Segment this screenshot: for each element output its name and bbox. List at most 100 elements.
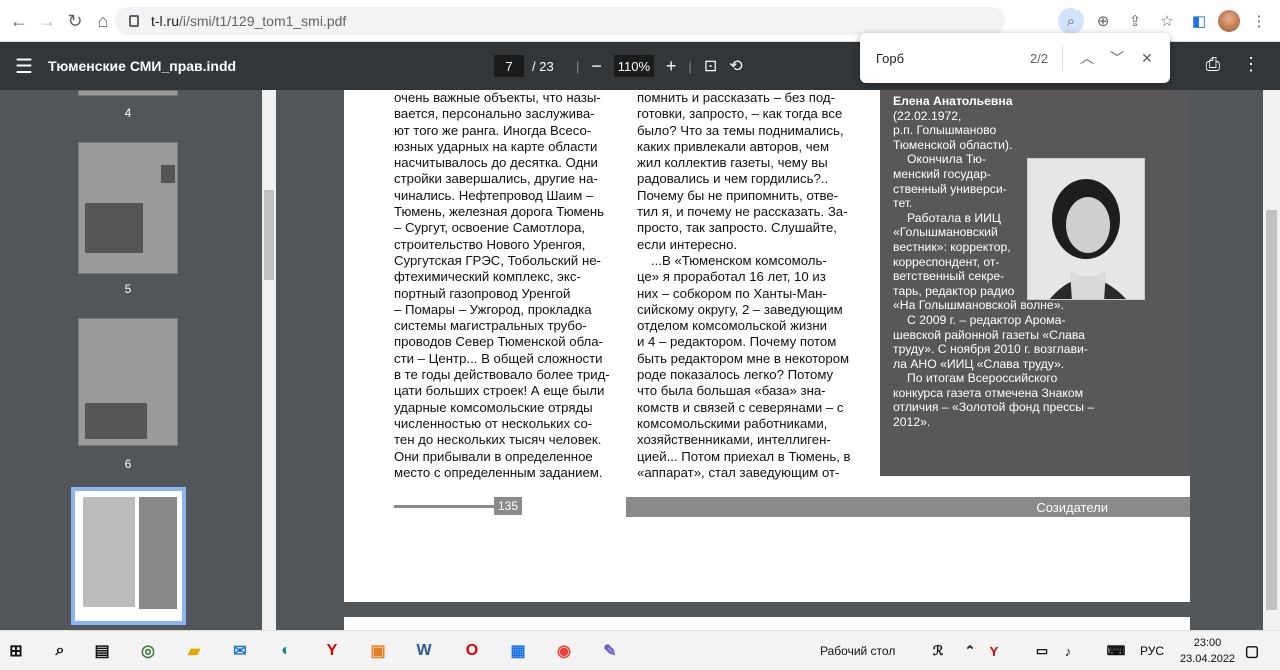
word-icon[interactable]: W — [412, 639, 436, 663]
text-line: стройки завершались, другие на- — [394, 171, 598, 187]
text-line: Работала в ИИЦ — [907, 210, 1001, 225]
keyboard-icon[interactable]: ⌨ — [1104, 639, 1128, 663]
thumbnail-label: 5 — [124, 282, 132, 296]
text-line: радовались и чем гордились?.. — [637, 171, 829, 187]
zoom-in-icon[interactable]: + — [666, 56, 677, 77]
find-input[interactable]: Горб — [876, 51, 904, 66]
text-line: «аппарат», стал заведующим от- — [637, 464, 840, 480]
menu-icon[interactable]: ☰ — [0, 54, 48, 79]
find-in-page-icon[interactable]: ⌕ — [1058, 8, 1084, 34]
text-line: конкурса газета отмечена Знаком — [893, 385, 1084, 400]
text-line: цией... Потом приехал в Тюмень, в — [637, 448, 851, 464]
page-thumbnail[interactable] — [78, 90, 178, 96]
print-icon[interactable]: ⎙ — [1206, 54, 1220, 75]
text-line: вестник»: корректор, — [893, 239, 1011, 254]
thumbnail-photo — [139, 497, 177, 609]
text-line: ют того же ранга. Иногда Всесо- — [394, 122, 592, 138]
text-line: строительство Нового Уренгоя, — [394, 236, 586, 252]
text-line: чинались. Нефтепровод Шаим – — [394, 187, 594, 203]
mail-icon[interactable]: ✉ — [228, 639, 252, 663]
thumbnail-photo — [161, 165, 175, 183]
more-menu-icon[interactable]: ⋮ — [1246, 8, 1272, 34]
divider: | — [576, 58, 580, 74]
network-icon[interactable]: ▭ — [1030, 639, 1054, 663]
text-line: них – собкором по Ханты-Ман- — [637, 285, 827, 301]
address-bar[interactable]: t-l.ru/i/smi/t1/129_tom1_smi.pdf — [115, 7, 1005, 35]
text-line: р.п. Голышманово — [893, 123, 997, 138]
text-line: Сургутская ГРЭС, Тобольский не- — [394, 252, 601, 268]
text-line: тил я, и почему не рассказать. За- — [637, 204, 848, 220]
more-actions-icon[interactable]: ⋮ — [1242, 54, 1260, 75]
share-icon[interactable]: ⇪ — [1122, 8, 1148, 34]
text-line: ...В «Тюменском комсомоль- — [651, 252, 827, 268]
zoom-input[interactable]: 110% — [613, 55, 654, 77]
file-explorer-icon[interactable]: ▰ — [182, 639, 206, 663]
zoom-out-icon[interactable]: − — [591, 56, 602, 77]
text-line: Тюменской области). — [893, 137, 1013, 152]
windows-taskbar: ⊞ ⌕ ▤ ◎ ▰ ✉ ◐ Y ▣ W O ▦ ◉ ✎ Рабочий стол… — [0, 630, 1280, 670]
text-line: «Голышмановский — [893, 225, 998, 240]
find-next-icon[interactable]: ﹀ — [1106, 47, 1128, 69]
app-window-icon[interactable]: ▦ — [506, 639, 530, 663]
notifications-icon[interactable]: ▢ — [1240, 639, 1264, 663]
find-previous-icon[interactable]: ︿ — [1076, 47, 1098, 69]
thumbnail-photo — [85, 203, 143, 253]
tray-expand-icon[interactable]: ⌃ — [958, 639, 982, 663]
yandex-tray-icon[interactable]: Y — [982, 639, 1006, 663]
profile-avatar[interactable] — [1218, 10, 1240, 32]
zoom-icon[interactable]: ⊕ — [1090, 8, 1116, 34]
edge-icon[interactable]: ◐ — [274, 639, 298, 663]
text-line: це» я проработал 16 лет, 10 из — [637, 269, 826, 285]
text-line: отделом комсомольской жизни — [637, 318, 827, 334]
text-line: менский государ- — [893, 166, 991, 181]
desktop-label[interactable]: Рабочий стол — [820, 644, 895, 658]
language-indicator[interactable]: РУС — [1140, 644, 1164, 658]
task-view-icon[interactable]: ▤ — [90, 639, 114, 663]
text-line: насчитывалось до десятка. Одни — [394, 155, 598, 171]
text-line: отличия – «Золотой фонд прессы – — [893, 400, 1095, 415]
text-line: роде показалось легко? Потому — [637, 367, 834, 383]
scrollbar-thumb[interactable] — [264, 190, 274, 280]
paint-icon[interactable]: ✎ — [598, 639, 622, 663]
text-line: «На Голышмановской волне». — [893, 298, 1064, 313]
text-line: системы магистральных трубо- — [394, 318, 587, 334]
page-thumbnail[interactable] — [78, 142, 178, 274]
app-icon[interactable]: ◎ — [136, 639, 160, 663]
forward-icon[interactable]: → — [34, 8, 60, 34]
chrome-icon[interactable]: ◉ — [552, 639, 576, 663]
rotate-icon[interactable]: ⟲ — [729, 56, 742, 76]
article-column-2: помнить и рассказать – без под-готовки, … — [637, 90, 864, 481]
page-number: 135 — [494, 497, 522, 515]
scrollbar-thumb[interactable] — [1266, 210, 1277, 610]
bookmark-star-icon[interactable]: ☆ — [1154, 8, 1180, 34]
thumbnail-photo — [83, 497, 135, 607]
clock[interactable]: 23:00 23.04.2022 — [1180, 635, 1235, 667]
search-icon[interactable]: ⌕ — [48, 639, 72, 663]
home-icon[interactable]: ⌂ — [90, 8, 116, 34]
reload-icon[interactable]: ↻ — [62, 8, 88, 34]
text-line: просто, так запросто. Слушайте, — [637, 220, 837, 236]
media-player-icon[interactable]: ▣ — [366, 639, 390, 663]
page-input[interactable]: 7 — [494, 55, 524, 77]
volume-icon[interactable]: ♪ — [1056, 639, 1080, 663]
document-title: Тюменские СМИ_прав.indd — [48, 58, 237, 74]
find-close-icon[interactable]: ✕ — [1136, 47, 1158, 69]
thumbnail-label: 4 — [124, 106, 132, 120]
back-icon[interactable]: ← — [6, 8, 32, 34]
windows-start-icon[interactable]: ⊞ — [4, 639, 28, 663]
text-line: Елена Анатольевна — [893, 94, 1013, 108]
text-line: ственный универси- — [893, 181, 1007, 196]
text-line: портный газопровод Уренгой — [394, 285, 571, 301]
fit-page-icon[interactable]: ⊡ — [704, 56, 717, 76]
sidebar-scrollbar[interactable] — [262, 90, 276, 630]
page-selector: 7 / 23 — [494, 55, 554, 77]
page-thumbnail[interactable] — [78, 318, 178, 446]
text-line: 2012». — [893, 415, 931, 430]
page-thumbnail-selected[interactable] — [71, 487, 186, 625]
people-icon[interactable]: ℛ — [926, 639, 950, 663]
viewer-scrollbar[interactable] — [1263, 90, 1280, 630]
opera-icon[interactable]: O — [460, 639, 484, 663]
sidepanel-icon[interactable]: ◧ — [1186, 8, 1212, 34]
yandex-icon[interactable]: Y — [320, 639, 344, 663]
text-line: в те годы действовало более трид- — [394, 367, 610, 383]
